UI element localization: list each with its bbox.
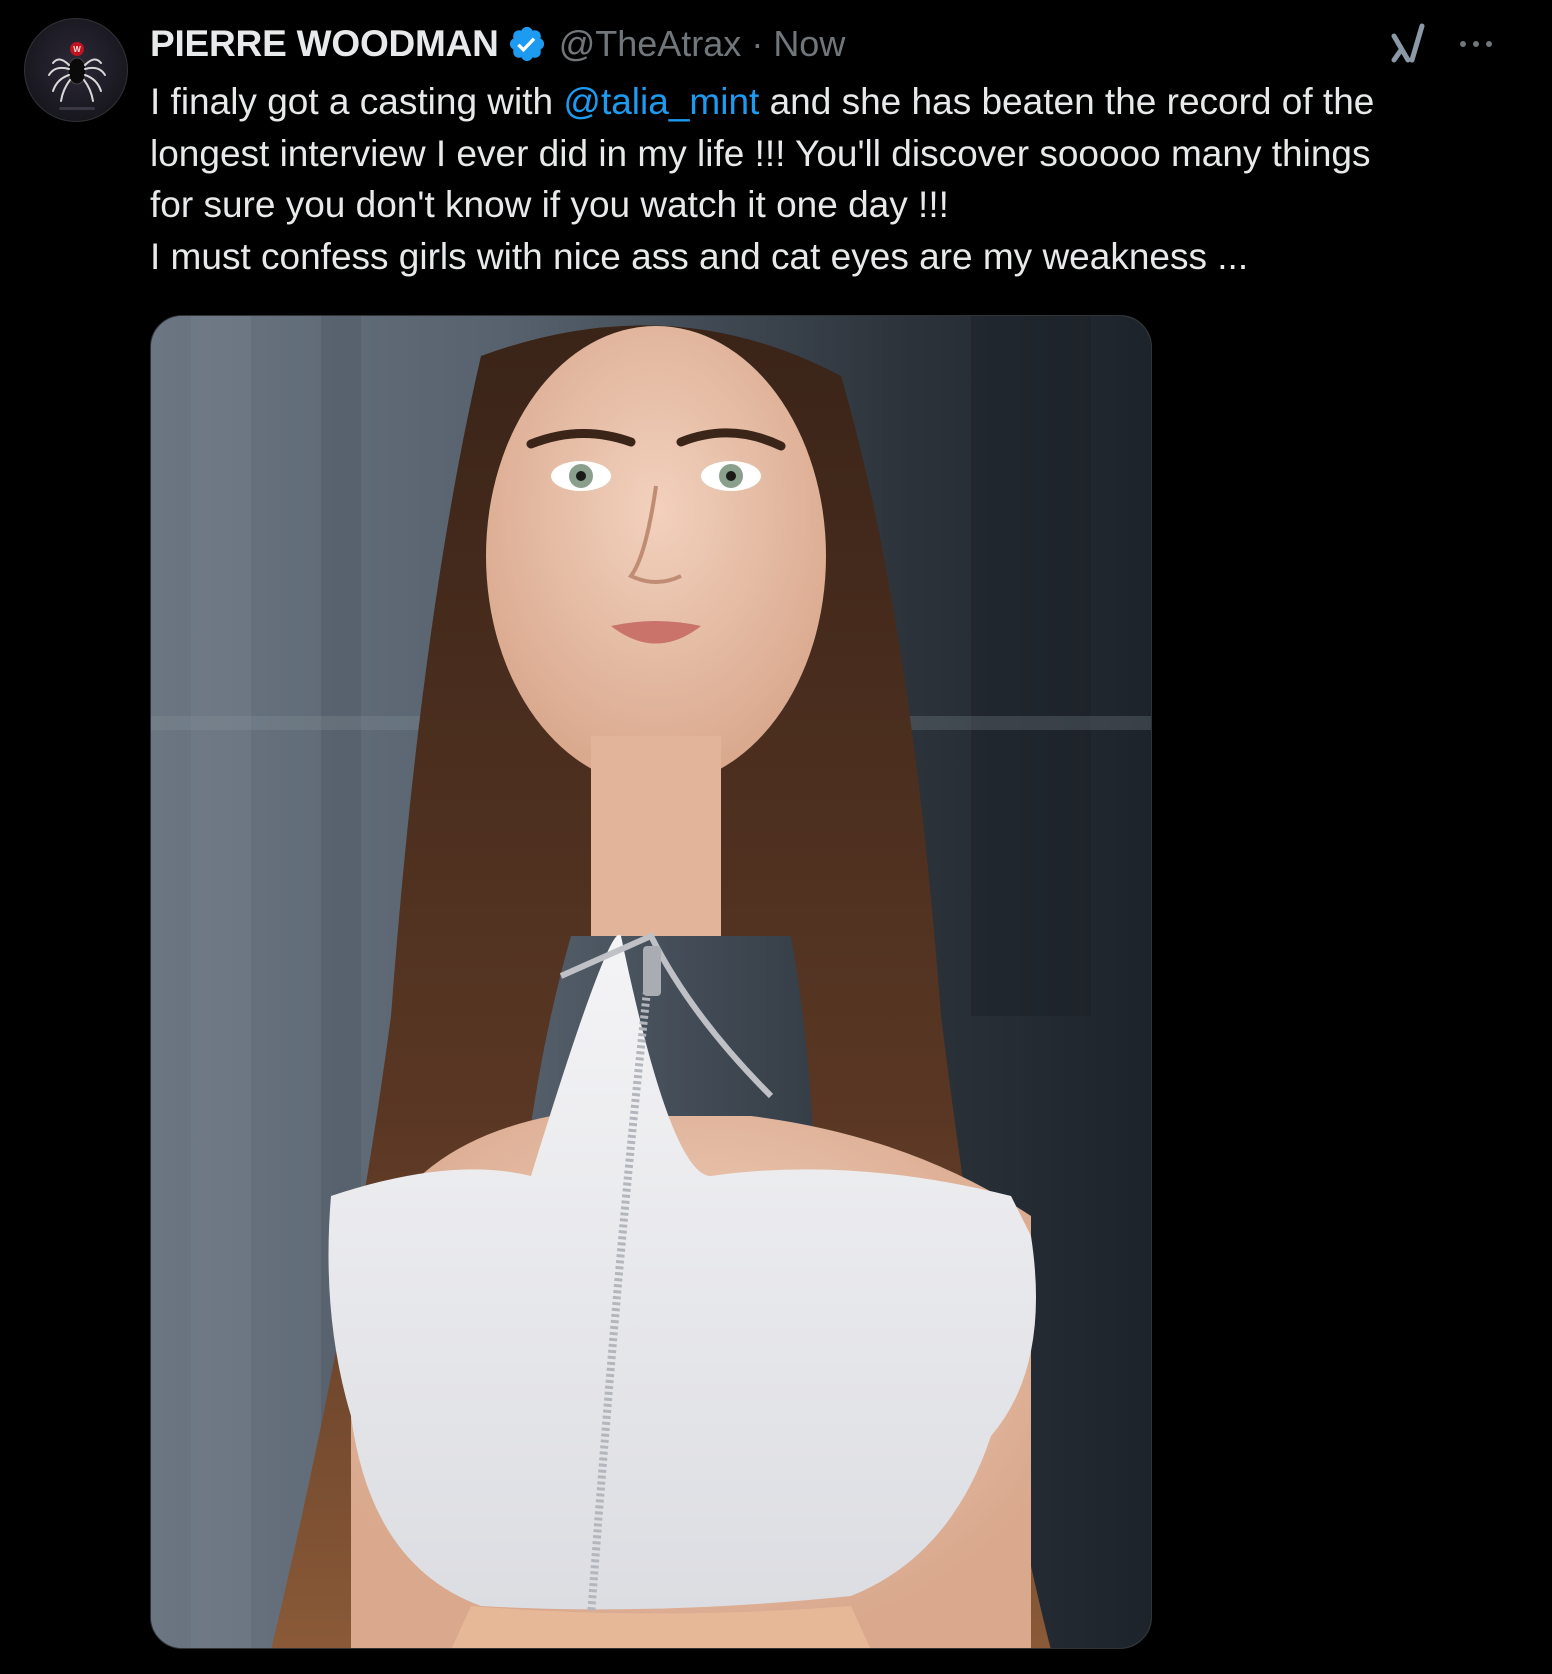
display-name[interactable]: PIERRE WOODMAN xyxy=(150,23,499,65)
timestamp[interactable]: Now xyxy=(773,23,845,65)
tweet-text-segment: and she has beaten the record of the xyxy=(759,81,1375,122)
tweet-line-1: I finaly got a casting with @talia_mint … xyxy=(150,76,1520,128)
grok-icon xyxy=(1391,23,1425,63)
separator-dot: · xyxy=(751,23,764,64)
svg-text:W: W xyxy=(73,45,81,54)
author-handle[interactable]: @TheAtrax xyxy=(559,23,742,65)
more-options-icon xyxy=(1460,41,1466,47)
grok-button[interactable] xyxy=(1386,22,1430,66)
tweet-line-3: for sure you don't know if you watch it … xyxy=(150,184,949,225)
verified-badge-icon[interactable] xyxy=(507,24,547,64)
tweet-text: I finaly got a casting with @talia_mint … xyxy=(150,76,1520,282)
more-options-button[interactable] xyxy=(1456,26,1496,62)
tweet-text-segment: I finaly got a casting with xyxy=(150,81,564,122)
tweet-line-4: I must confess girls with nice ass and c… xyxy=(150,235,1249,277)
tweet-line-2: longest interview I ever did in my life … xyxy=(150,132,1371,174)
more-options-icon xyxy=(1473,41,1479,47)
avatar[interactable]: W xyxy=(24,18,128,122)
mention-link[interactable]: @talia_mint xyxy=(563,81,759,122)
photo-content xyxy=(151,316,1151,1648)
tweet-photo[interactable] xyxy=(150,315,1152,1649)
spider-logo-icon: W xyxy=(48,42,106,110)
more-options-icon xyxy=(1486,41,1492,47)
tweet-card[interactable]: W PIERRE WOODMAN @TheAtrax · Now I final… xyxy=(0,0,1552,1674)
tweet-header: PIERRE WOODMAN @TheAtrax · Now xyxy=(150,18,845,70)
